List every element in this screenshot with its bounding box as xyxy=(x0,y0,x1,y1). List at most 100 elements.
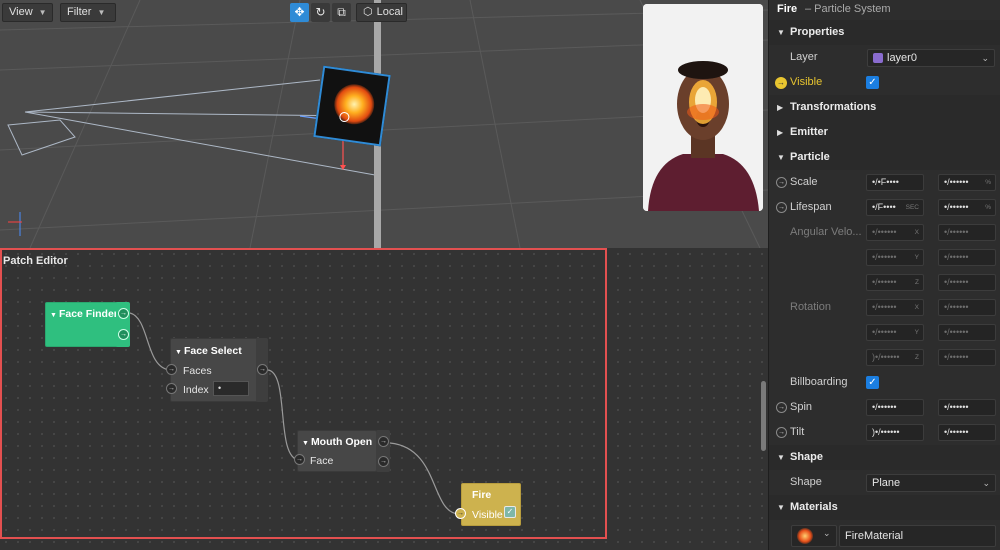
rotation-random-field[interactable]: •/•••••• xyxy=(938,349,996,366)
field-value: •/•••••• xyxy=(944,277,969,287)
angular-velocity-field[interactable]: •/•••••• Y xyxy=(866,249,924,266)
unit-label: % xyxy=(985,179,991,186)
tilt-row: → Tilt )•/•••••• •/•••••• xyxy=(769,420,1000,445)
field-value: •/•••••• xyxy=(944,252,969,262)
tilt-value: )•/•••••• xyxy=(872,427,900,437)
field-value: •/•••••• xyxy=(872,327,897,337)
emitter-title: Emitter xyxy=(790,126,828,138)
lifespan-row: → Lifespan •/F•••• SEC •/••••••% xyxy=(769,195,1000,220)
field-value: )•/•••••• xyxy=(872,352,900,362)
properties-section-header[interactable]: ▼ Properties xyxy=(769,20,1000,45)
rotate-icon[interactable]: ↻ xyxy=(311,3,330,22)
expand-triangle-icon: ▶ xyxy=(777,128,784,137)
field-value: •/•••••• xyxy=(872,302,897,312)
spin-random-field[interactable]: •/•••••• xyxy=(938,399,996,416)
layer-row: Layer layer0 ⌄ xyxy=(769,45,1000,70)
keyframe-icon[interactable]: → xyxy=(776,177,787,188)
spin-value-field[interactable]: •/•••••• xyxy=(866,399,924,416)
axis-label: Z xyxy=(915,279,919,286)
face-finder-title: ▼ Face Finder xyxy=(50,308,118,320)
visible-label: Visible xyxy=(790,76,823,88)
move-icon[interactable]: ✥ xyxy=(290,3,309,22)
layer-select[interactable]: layer0 ⌄ xyxy=(867,49,995,67)
axis-label: Y xyxy=(914,329,919,336)
spin-value: •/•••••• xyxy=(872,402,897,412)
scale-randomness-field[interactable]: •/••••••% xyxy=(938,174,996,191)
fire-material-icon xyxy=(797,528,813,544)
rotation-random-field[interactable]: •/•••••• xyxy=(938,299,996,316)
chevron-down-icon: ⌄ xyxy=(981,53,989,63)
camera-preview xyxy=(643,4,763,211)
tilt-random-value: •/•••••• xyxy=(944,427,969,437)
scale-icon[interactable]: ⧉ xyxy=(332,3,351,22)
scale-value-field[interactable]: •/•F•••• xyxy=(866,174,924,191)
view-menu-button[interactable]: View ▼ xyxy=(2,3,53,22)
tilt-value-field[interactable]: )•/•••••• xyxy=(866,424,924,441)
input-port-icon[interactable]: → xyxy=(455,508,466,519)
lifespan-randomness-value: •/•••••• xyxy=(944,202,969,212)
output-port-icon[interactable]: → xyxy=(257,364,268,375)
lifespan-value-field[interactable]: •/F•••• SEC xyxy=(866,199,924,216)
field-value: •/•••••• xyxy=(872,277,897,287)
keyframe-icon[interactable]: → xyxy=(776,402,787,413)
angular-velocity-random-field[interactable]: •/•••••• xyxy=(938,274,996,291)
keyframe-icon[interactable]: → xyxy=(776,427,787,438)
shape-section-header[interactable]: ▼ Shape xyxy=(769,445,1000,470)
rotation-field[interactable]: •/•••••• X xyxy=(866,299,924,316)
materials-section-header[interactable]: ▼ Materials xyxy=(769,495,1000,520)
rotation-row-y: •/•••••• Y •/•••••• xyxy=(769,320,1000,345)
scale-row: → Scale •/•F•••• •/••••••% xyxy=(769,170,1000,195)
filter-label: Filter xyxy=(67,6,92,18)
local-label: Local xyxy=(376,6,403,18)
local-space-button[interactable]: ⬡ Local xyxy=(356,3,407,22)
axis-label: X xyxy=(914,304,919,311)
angular-velocity-field[interactable]: •/•••••• Z xyxy=(866,274,924,291)
angular-velocity-random-field[interactable]: •/•••••• xyxy=(938,224,996,241)
fire-node[interactable]: Fire Visible ✓ xyxy=(461,483,521,526)
scene-viewport[interactable]: View ▼ Filter ▼ ✥ ↻ ⧉ ⬡ Local xyxy=(0,0,768,248)
index-input[interactable]: • xyxy=(213,381,249,396)
input-port-icon[interactable]: → xyxy=(166,364,177,375)
axis-label: X xyxy=(914,229,919,236)
rotation-field[interactable]: )•/•••••• Z xyxy=(866,349,924,366)
mouth-open-title: ▼ Mouth Open xyxy=(302,436,373,448)
face-finder-node[interactable]: ▼ Face Finder xyxy=(45,302,127,347)
transformations-section-header[interactable]: ▶ Transformations xyxy=(769,95,1000,120)
input-port-icon[interactable]: → xyxy=(294,454,305,465)
chevron-down-icon: ▼ xyxy=(97,8,106,17)
lifespan-randomness-field[interactable]: •/••••••% xyxy=(938,199,996,216)
face-select-node[interactable]: ▼ Face Select Faces Index • xyxy=(170,338,263,402)
visible-checkbox[interactable]: ✓ xyxy=(866,76,879,89)
collapse-triangle-icon: ▼ xyxy=(777,153,785,162)
emitter-section-header[interactable]: ▶ Emitter xyxy=(769,120,1000,145)
preview-person-image xyxy=(643,4,763,211)
particle-section-header[interactable]: ▼ Particle xyxy=(769,145,1000,170)
faces-port-label: Faces xyxy=(183,365,212,377)
rotation-random-field[interactable]: •/•••••• xyxy=(938,324,996,341)
layer-color-swatch xyxy=(873,53,883,63)
output-port-icon[interactable]: → xyxy=(378,436,389,447)
material-thumbnail-button[interactable]: ⌄ xyxy=(791,525,837,547)
inspector-header: Fire – Particle System xyxy=(769,0,1000,20)
input-port-icon[interactable]: → xyxy=(166,383,177,394)
shape-select[interactable]: Plane ⌄ xyxy=(866,474,996,492)
material-select[interactable]: FireMaterial xyxy=(839,525,996,547)
angular-velocity-row-z: •/•••••• Z •/•••••• xyxy=(769,270,1000,295)
visible-checkbox[interactable]: ✓ xyxy=(504,506,516,518)
billboarding-checkbox[interactable]: ✓ xyxy=(866,376,879,389)
lifespan-label: Lifespan xyxy=(790,201,832,213)
output-port-icon[interactable]: → xyxy=(118,308,129,319)
fire-particle-object[interactable] xyxy=(313,65,391,147)
angular-velocity-random-field[interactable]: •/•••••• xyxy=(938,249,996,266)
filter-menu-button[interactable]: Filter ▼ xyxy=(60,3,116,22)
keyframe-icon[interactable]: → xyxy=(776,202,787,213)
output-port-icon[interactable]: → xyxy=(118,329,129,340)
tilt-random-field[interactable]: •/•••••• xyxy=(938,424,996,441)
mouth-open-node[interactable]: ▼ Mouth Open Face xyxy=(297,430,377,472)
angular-velocity-field[interactable]: •/•••••• X xyxy=(866,224,924,241)
rotation-field[interactable]: •/•••••• Y xyxy=(866,324,924,341)
index-port-label: Index xyxy=(183,384,209,396)
visible-keyframe-icon[interactable]: → xyxy=(775,77,787,89)
transformations-title: Transformations xyxy=(790,101,877,113)
output-port-icon[interactable]: → xyxy=(378,456,389,467)
